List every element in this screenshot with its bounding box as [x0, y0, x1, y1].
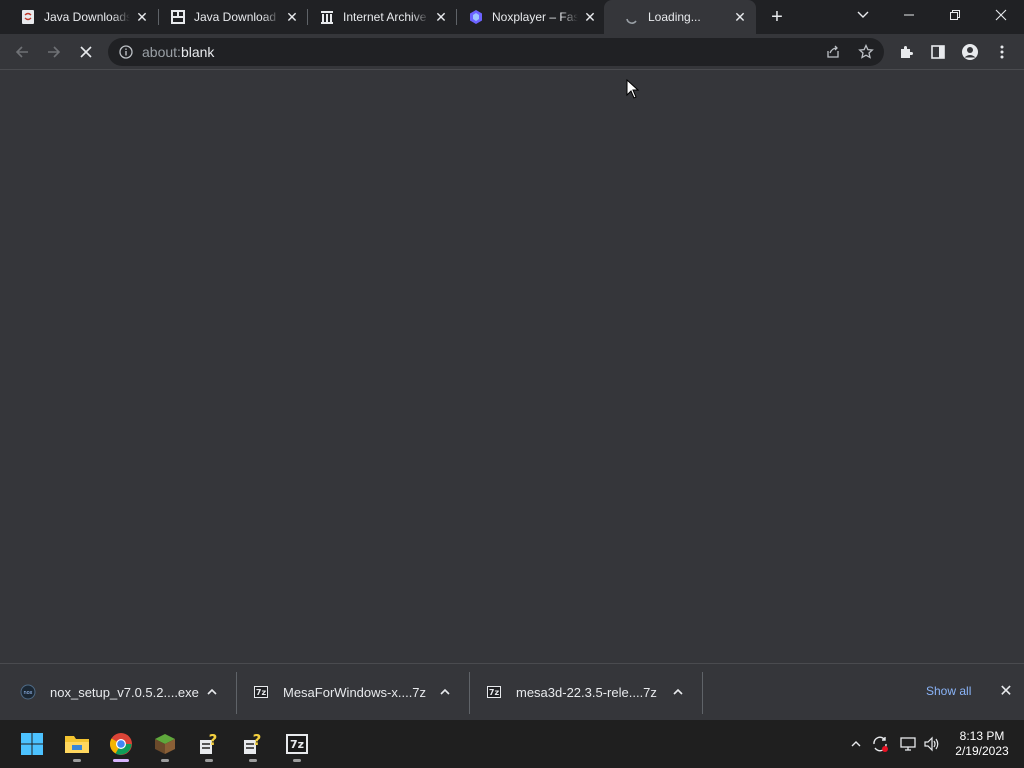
7z-archive-icon: 7z — [253, 684, 269, 700]
bookmark-star-icon[interactable] — [857, 43, 875, 61]
profile-avatar[interactable] — [958, 40, 982, 64]
url-path: blank — [180, 44, 215, 60]
download-divider — [469, 672, 470, 714]
tab-close-icon[interactable]: ✕ — [732, 9, 748, 25]
tab-title: Loading... — [648, 10, 701, 24]
svg-text:?: ? — [209, 732, 218, 749]
running-indicator — [249, 759, 257, 762]
taskbar-unknown-app-2[interactable]: ? — [235, 726, 271, 762]
close-download-bar-icon[interactable]: ✕ — [998, 684, 1014, 700]
download-filename: MesaForWindows-x....7z — [283, 684, 427, 700]
tab-close-icon[interactable]: ✕ — [134, 9, 150, 25]
taskbar-file-explorer[interactable] — [59, 726, 95, 762]
tab-close-icon[interactable]: ✕ — [284, 9, 300, 25]
start-button[interactable] — [14, 726, 50, 762]
url-scheme: about: — [142, 44, 181, 60]
folder-icon — [65, 736, 89, 753]
download-filename: nox_setup_v7.0.5.2....exe — [50, 684, 199, 700]
svg-text:7z: 7z — [489, 688, 500, 697]
chrome-icon — [110, 733, 132, 755]
running-indicator — [293, 759, 301, 762]
extensions-button[interactable] — [894, 40, 918, 64]
svg-text:7z: 7z — [290, 738, 304, 751]
site-info-icon[interactable] — [118, 44, 134, 60]
nox-logo-icon — [468, 9, 484, 25]
side-panel-button[interactable] — [926, 40, 950, 64]
tab-search-button[interactable] — [840, 0, 886, 30]
tab-java-download[interactable]: Java Download | ✕ — [150, 0, 308, 34]
show-hidden-icons-chevron-icon[interactable] — [846, 734, 866, 754]
clock-date: 2/19/2023 — [955, 744, 1009, 758]
network-icon[interactable] — [898, 734, 918, 754]
browser-toolbar: about:blank — [0, 34, 1024, 70]
chevron-up-icon[interactable] — [437, 684, 453, 700]
running-indicator — [161, 759, 169, 762]
forward-button[interactable] — [42, 40, 66, 64]
tab-title: Java Downloads — [44, 10, 130, 24]
download-divider — [236, 672, 237, 714]
java-page-icon — [170, 9, 186, 25]
volume-icon[interactable] — [922, 734, 942, 754]
tab-noxplayer[interactable]: Noxplayer – Fast ✕ — [448, 0, 606, 34]
minimize-button[interactable] — [886, 0, 932, 30]
tab-close-icon[interactable]: ✕ — [582, 9, 598, 25]
show-all-downloads-link[interactable]: Show all — [926, 684, 971, 698]
page-content-area[interactable] — [0, 71, 1024, 663]
active-app-indicator — [113, 759, 129, 762]
tab-loading-active[interactable]: Loading... ✕ — [604, 0, 756, 34]
taskbar-unknown-app-1[interactable]: ? — [191, 726, 227, 762]
tab-close-icon[interactable]: ✕ — [433, 9, 449, 25]
address-bar[interactable]: about:blank — [108, 38, 884, 66]
windows-logo-icon — [21, 733, 43, 755]
system-clock[interactable]: 8:13 PM 2/19/2023 — [948, 729, 1016, 759]
share-icon[interactable] — [824, 43, 842, 61]
chevron-up-icon[interactable] — [670, 684, 686, 700]
grass-block-icon — [155, 734, 175, 754]
tab-internet-archive[interactable]: Internet Archive ✕ — [299, 0, 457, 34]
svg-text:nox: nox — [23, 690, 32, 696]
mouse-cursor-icon — [626, 78, 640, 104]
tab-title: Internet Archive — [343, 10, 427, 24]
close-window-button[interactable] — [978, 0, 1024, 30]
archive-building-icon — [319, 9, 335, 25]
chevron-up-icon[interactable] — [204, 684, 220, 700]
loading-spinner-icon — [624, 9, 640, 25]
taskbar-chrome[interactable] — [103, 726, 139, 762]
nox-icon: nox — [20, 684, 36, 700]
tab-strip: Java Downloads ✕ Java Download | ✕ Inter… — [0, 0, 1024, 34]
taskbar-minecraft[interactable] — [147, 726, 183, 762]
unknown-app-icon: ? — [200, 732, 218, 754]
running-indicator — [205, 759, 213, 762]
new-tab-button[interactable]: + — [766, 6, 788, 28]
java-doc-icon — [20, 9, 36, 25]
back-button[interactable] — [10, 40, 34, 64]
download-bar: nox nox_setup_v7.0.5.2....exe 7z MesaFor… — [0, 663, 1024, 720]
windows-taskbar: ? ? 7z 8:13 PM 2/19/2023 — [0, 720, 1024, 768]
download-item-mesaforwindows[interactable]: 7z MesaForWindows-x....7z — [253, 664, 463, 720]
stop-loading-button[interactable] — [74, 40, 98, 64]
7zip-icon: 7z — [286, 734, 308, 754]
download-item-mesa3d[interactable]: 7z mesa3d-22.3.5-rele....7z — [486, 664, 696, 720]
clock-time: 8:13 PM — [959, 729, 1005, 743]
tab-java-downloads[interactable]: Java Downloads ✕ — [0, 0, 158, 34]
download-divider — [702, 672, 703, 714]
sync-alert-icon[interactable] — [870, 734, 890, 754]
7z-archive-icon: 7z — [486, 684, 502, 700]
svg-text:?: ? — [253, 732, 262, 749]
running-indicator — [73, 759, 81, 762]
download-item-nox[interactable]: nox nox_setup_v7.0.5.2....exe — [20, 664, 230, 720]
tab-title: Java Download | — [194, 10, 280, 24]
download-filename: mesa3d-22.3.5-rele....7z — [516, 684, 657, 700]
unknown-app-icon: ? — [244, 732, 262, 754]
more-menu-icon[interactable] — [990, 40, 1014, 64]
svg-text:7z: 7z — [256, 688, 267, 697]
tab-title: Noxplayer – Fast — [492, 10, 578, 24]
address-url: about:blank — [142, 44, 214, 60]
taskbar-7zip[interactable]: 7z — [279, 726, 315, 762]
restore-button[interactable] — [932, 0, 978, 30]
